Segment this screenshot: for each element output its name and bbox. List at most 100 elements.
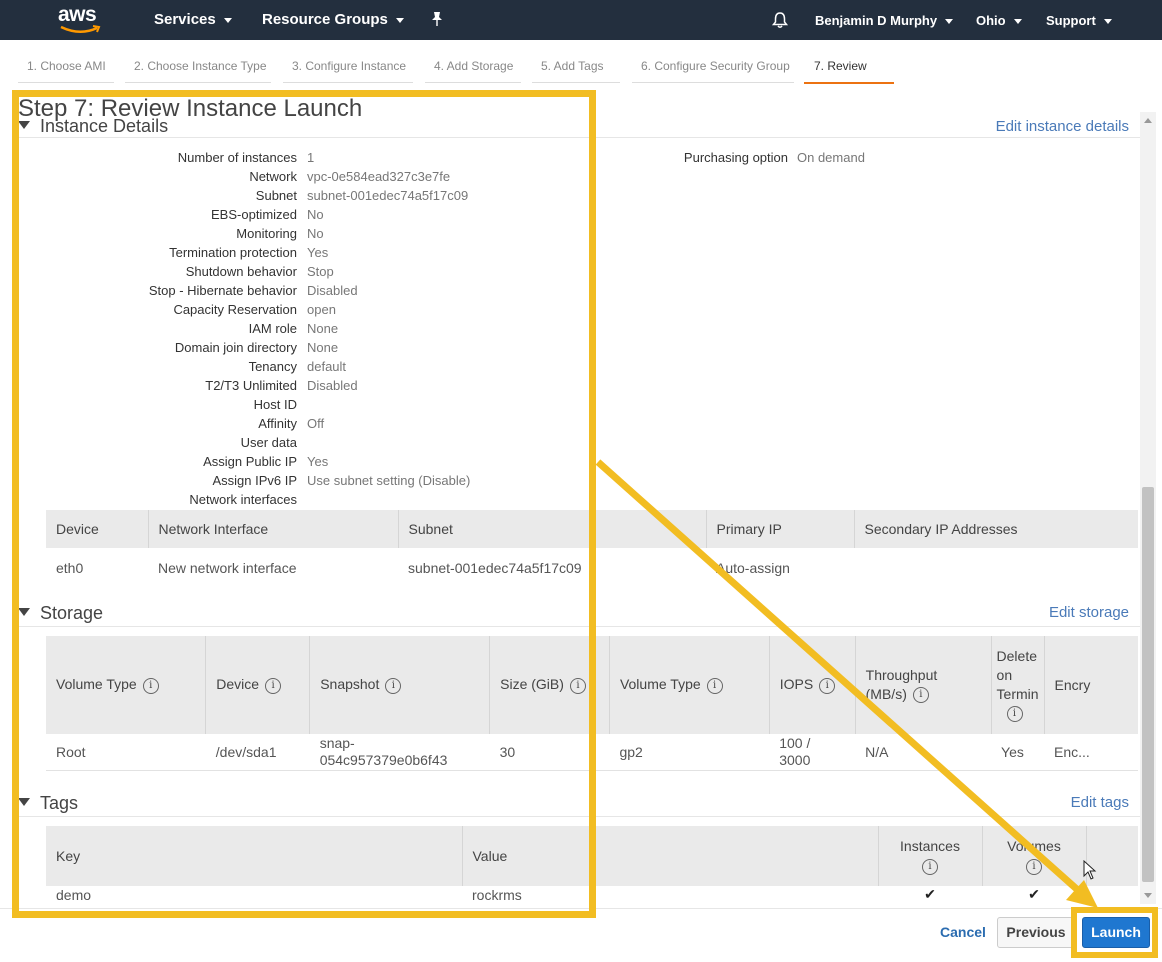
support-menu[interactable]: Support xyxy=(1046,13,1112,28)
detail-value: Yes xyxy=(307,245,329,260)
cancel-button[interactable]: Cancel xyxy=(940,924,986,940)
info-icon[interactable]: i xyxy=(265,677,282,694)
collapse-triangle-icon xyxy=(18,798,30,807)
aws-smile-icon xyxy=(60,25,101,33)
column-header: Volume Type i xyxy=(608,636,770,734)
detail-label: Stop - Hibernate behavior xyxy=(148,283,297,298)
column-header: Primary IP xyxy=(705,510,854,548)
column-header: Device xyxy=(46,510,148,548)
info-icon[interactable]: i xyxy=(922,859,938,876)
table-cell: Enc... xyxy=(1044,734,1138,771)
storage-heading[interactable]: Storage xyxy=(18,603,103,624)
info-icon[interactable]: i xyxy=(1026,859,1042,876)
review-panel: Instance Details Edit instance details N… xyxy=(18,112,1140,904)
info-icon[interactable]: i xyxy=(385,677,402,694)
tab-add-tags[interactable]: 5. Add Tags xyxy=(532,59,620,83)
checkmark-icon: ✔ xyxy=(982,886,1086,904)
column-header: Encry xyxy=(1043,636,1138,734)
storage-table: Volume Type i Device i Snapshot i Size (GiB… xyxy=(46,636,1138,771)
edit-tags-link[interactable]: Edit tags xyxy=(1071,794,1129,811)
detail-label: EBS-optimized xyxy=(211,207,297,222)
scrollbar[interactable] xyxy=(1140,112,1156,904)
chevron-down-icon xyxy=(223,17,232,23)
column-header-label: Volume Type xyxy=(56,676,137,693)
table-row: demo rockrms ✔ ✔ xyxy=(46,886,1138,904)
detail-value: Stop xyxy=(307,264,334,279)
table-cell: /dev/sda1 xyxy=(205,734,310,771)
table-header-row: Device Network Interface Subnet Primary … xyxy=(46,510,1138,548)
info-icon[interactable]: i xyxy=(912,687,929,704)
column-header-label: IOPS xyxy=(779,676,814,693)
table-cell: Root xyxy=(46,734,206,771)
detail-label: Network xyxy=(249,169,297,184)
detail-value: Use subnet setting (Disable) xyxy=(307,473,471,488)
scroll-down-arrow-icon[interactable] xyxy=(1144,893,1152,898)
region-menu[interactable]: Ohio xyxy=(976,13,1022,28)
tab-add-storage[interactable]: 4. Add Storage xyxy=(425,59,521,83)
column-header-label: Snapshot xyxy=(320,676,380,693)
tab-configure-security-group[interactable]: 6. Configure Security Group xyxy=(632,59,794,83)
info-icon[interactable]: i xyxy=(569,677,586,694)
detail-label: IAM role xyxy=(248,321,297,336)
tags-title: Tags xyxy=(40,793,79,813)
detail-label: Tenancy xyxy=(248,359,297,374)
tab-configure-instance[interactable]: 3. Configure Instance xyxy=(283,59,413,83)
wizard-tabs: 1. Choose AMI 2. Choose Instance Type 3.… xyxy=(0,40,1162,84)
detail-label: Number of instances xyxy=(177,150,297,165)
detail-label: Termination protection xyxy=(169,245,297,260)
edit-storage-link[interactable]: Edit storage xyxy=(1049,604,1129,621)
scroll-up-arrow-icon[interactable] xyxy=(1144,118,1152,123)
user-menu[interactable]: Benjamin D Murphy xyxy=(815,13,954,28)
detail-value: Disabled xyxy=(307,283,358,298)
column-header: Delete on Termin i xyxy=(990,636,1045,734)
launch-button[interactable]: Launch xyxy=(1082,917,1150,948)
column-header: Device i xyxy=(205,636,310,734)
column-header-label: Device xyxy=(216,676,260,693)
tab-choose-instance-type[interactable]: 2. Choose Instance Type xyxy=(125,59,271,83)
scroll-thumb[interactable] xyxy=(1142,487,1154,882)
purchasing-option-label: Purchasing option xyxy=(683,150,788,165)
column-header: Throughput (MB/s) i xyxy=(854,636,992,734)
column-header: Instances i xyxy=(877,826,982,886)
detail-value: Yes xyxy=(307,454,329,469)
footer-divider xyxy=(0,908,1162,909)
column-header: Network Interface xyxy=(147,510,398,548)
tags-heading[interactable]: Tags xyxy=(18,793,78,814)
checkmark-icon: ✔ xyxy=(878,886,982,904)
pin-icon[interactable] xyxy=(430,11,444,27)
detail-value: None xyxy=(307,321,339,336)
chevron-down-icon xyxy=(1103,19,1112,25)
mouse-cursor-icon xyxy=(1083,860,1097,880)
tab-review[interactable]: 7. Review xyxy=(804,59,894,84)
bell-icon[interactable] xyxy=(771,11,789,29)
detail-value: None xyxy=(307,340,339,355)
aws-logo-text: aws xyxy=(58,3,97,26)
chevron-down-icon xyxy=(1013,19,1022,25)
region-label: Ohio xyxy=(976,13,1006,28)
detail-label: T2/T3 Unlimited xyxy=(205,378,297,393)
column-header: Secondary IP Addresses xyxy=(853,510,1138,548)
column-header: Snapshot i xyxy=(309,636,490,734)
info-icon[interactable]: i xyxy=(706,677,723,694)
services-menu[interactable]: Services xyxy=(154,11,232,28)
info-icon[interactable]: i xyxy=(142,677,159,694)
network-interfaces-table: Device Network Interface Subnet Primary … xyxy=(46,510,1138,588)
tab-choose-ami[interactable]: 1. Choose AMI xyxy=(18,59,114,83)
previous-button[interactable]: Previous xyxy=(997,917,1075,948)
resource-groups-menu[interactable]: Resource Groups xyxy=(262,11,404,28)
table-cell: New network interface xyxy=(158,560,297,576)
table-cell: subnet-001edec74a5f17c09 xyxy=(408,560,582,576)
detail-label: Host ID xyxy=(253,397,297,412)
info-icon[interactable]: i xyxy=(1006,706,1023,723)
column-header-label: Delete on Termin xyxy=(996,648,1039,702)
purchasing-option-value: On demand xyxy=(797,150,865,165)
aws-logo[interactable]: aws xyxy=(58,3,102,35)
detail-label: Capacity Reservation xyxy=(173,302,297,317)
table-cell: gp2 xyxy=(609,734,770,771)
table-header-row: Key Value Instances i Volumes i xyxy=(46,826,1138,886)
info-icon[interactable]: i xyxy=(819,677,836,694)
table-header-row: Volume Type i Device i Snapshot i Size (GiB… xyxy=(46,636,1138,734)
edit-instance-details-link[interactable]: Edit instance details xyxy=(996,118,1129,135)
column-header: Size (GiB) i xyxy=(489,636,610,734)
detail-value: 1 xyxy=(307,150,315,165)
